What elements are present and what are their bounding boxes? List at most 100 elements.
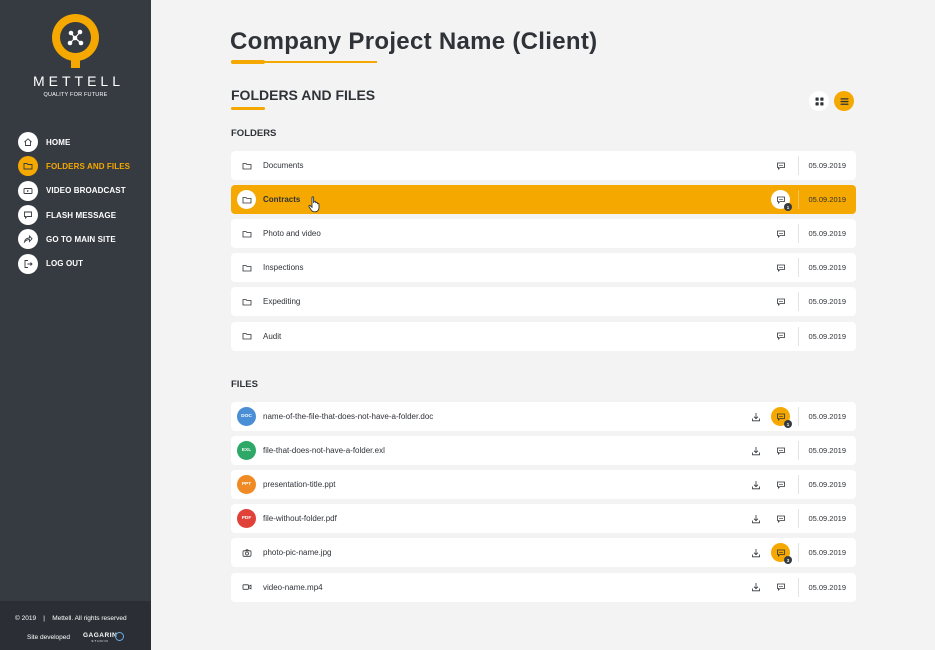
message-button[interactable] bbox=[771, 441, 790, 460]
message-button[interactable] bbox=[771, 224, 790, 243]
message-icon bbox=[18, 205, 38, 226]
folder-name: Documents bbox=[263, 161, 304, 170]
folder-row[interactable]: Inspections 05.09.2019 bbox=[231, 253, 856, 283]
folder-name: Inspections bbox=[263, 263, 304, 273]
row-date: 05.09.2019 bbox=[808, 297, 846, 307]
folder-icon bbox=[237, 224, 256, 243]
file-name: file-that-does-not-have-a-folder.exl bbox=[263, 446, 385, 456]
folder-icon bbox=[237, 258, 256, 277]
section-title: FOLDERS AND FILES bbox=[231, 87, 376, 103]
message-icon bbox=[776, 264, 785, 272]
message-count-badge: 1 bbox=[784, 203, 792, 212]
folder-row[interactable]: Expediting 05.09.2019 bbox=[231, 287, 856, 317]
file-type-doc-icon: DOC bbox=[237, 407, 256, 426]
folder-icon bbox=[18, 156, 38, 177]
message-button[interactable] bbox=[771, 156, 790, 175]
nav-item-folders-and-files[interactable]: FOLDERS AND FILES bbox=[18, 154, 130, 178]
message-icon bbox=[776, 583, 785, 591]
file-row[interactable]: EXL file-that-does-not-have-a-folder.exl 0… bbox=[231, 436, 856, 466]
section-underline bbox=[231, 107, 265, 110]
studio-name: GAGARIN bbox=[83, 632, 118, 639]
row-divider bbox=[798, 407, 799, 426]
folder-row[interactable]: Photo and video 05.09.2019 bbox=[231, 219, 856, 249]
file-row[interactable]: PDF file-without-folder.pdf 05.09.2019 bbox=[231, 504, 856, 534]
nav-item-video-broadcast[interactable]: VIDEO BROADCAST bbox=[18, 179, 130, 203]
logout-icon bbox=[18, 253, 38, 274]
download-icon bbox=[751, 514, 760, 523]
download-button[interactable] bbox=[746, 407, 765, 426]
file-name: presentation-title.ppt bbox=[263, 480, 336, 490]
message-button[interactable]: 3 bbox=[771, 543, 792, 565]
folder-row[interactable]: Contracts 1 05.09.2019 bbox=[231, 185, 856, 215]
folder-icon bbox=[237, 327, 256, 346]
brand-tagline: QUALITY FOR FUTURE bbox=[43, 92, 108, 98]
download-button[interactable] bbox=[746, 543, 765, 562]
nav-item-log-out[interactable]: LOG OUT bbox=[18, 251, 130, 275]
download-button[interactable] bbox=[746, 475, 765, 494]
file-type-pdf-icon: PDF bbox=[237, 509, 256, 529]
message-button[interactable] bbox=[771, 292, 790, 311]
folders-label: FOLDERS bbox=[231, 128, 277, 139]
download-icon bbox=[751, 446, 760, 455]
site-developed-label: Site developed bbox=[27, 634, 71, 641]
download-icon bbox=[751, 548, 760, 558]
row-date: 05.09.2019 bbox=[808, 582, 846, 592]
folder-row[interactable]: Documents 05.09.2019 bbox=[231, 151, 856, 180]
download-button[interactable] bbox=[746, 509, 765, 528]
row-divider bbox=[798, 577, 799, 597]
title-underline-accent bbox=[231, 60, 265, 64]
download-icon bbox=[751, 412, 760, 421]
brand-name: METTELL bbox=[32, 73, 124, 89]
row-date: 05.09.2019 bbox=[808, 480, 846, 490]
row-date: 05.09.2019 bbox=[808, 161, 846, 170]
message-button[interactable] bbox=[771, 578, 790, 597]
message-icon bbox=[776, 413, 785, 421]
download-button[interactable] bbox=[746, 578, 765, 597]
message-button[interactable]: 1 bbox=[771, 190, 792, 212]
folder-name: Audit bbox=[263, 331, 282, 341]
studio-logo-icon bbox=[115, 632, 124, 641]
download-button[interactable] bbox=[746, 441, 765, 460]
message-count-badge: 1 bbox=[784, 420, 792, 428]
folder-row[interactable]: Audit 05.09.2019 bbox=[231, 321, 856, 351]
nav-item-home[interactable]: HOME bbox=[18, 130, 130, 154]
grid-icon bbox=[815, 97, 823, 105]
row-date: 05.09.2019 bbox=[808, 263, 846, 273]
file-type-exl-icon: EXL bbox=[237, 441, 256, 461]
message-button[interactable] bbox=[771, 475, 790, 494]
row-date: 05.09.2019 bbox=[808, 331, 846, 341]
share-icon bbox=[18, 229, 38, 250]
folder-icon bbox=[237, 156, 256, 175]
studio-logo[interactable]: GAGARIN STUDIO bbox=[83, 632, 117, 643]
message-button[interactable]: 1 bbox=[771, 407, 792, 428]
hand-cursor-icon bbox=[308, 196, 320, 213]
file-row[interactable]: DOC name-of-the-file-that-does-not-have-a… bbox=[231, 402, 856, 431]
nav-item-go-to-main-site[interactable]: GO TO MAIN SITE bbox=[18, 227, 130, 251]
folder-name: Expediting bbox=[263, 297, 301, 307]
logo[interactable]: METTELL QUALITY FOR FUTURE bbox=[0, 14, 151, 98]
nav-label-log-out: LOG OUT bbox=[46, 259, 84, 269]
message-icon bbox=[776, 481, 785, 489]
row-date: 05.09.2019 bbox=[808, 229, 846, 239]
nav-item-flash-message[interactable]: FLASH MESSAGE bbox=[18, 203, 130, 227]
message-button[interactable] bbox=[771, 258, 790, 277]
row-divider bbox=[798, 509, 799, 529]
row-divider bbox=[798, 441, 799, 461]
logo-mark bbox=[52, 14, 99, 68]
copyright: © 2019 | Mettell. All rights reserved bbox=[15, 615, 127, 622]
row-divider bbox=[798, 156, 799, 175]
file-row[interactable]: photo-pic-name.jpg 3 05.09.2019 bbox=[231, 538, 856, 568]
list-view-button[interactable] bbox=[834, 91, 854, 111]
message-icon bbox=[776, 230, 785, 238]
message-icon bbox=[776, 515, 785, 523]
message-button[interactable] bbox=[771, 509, 790, 528]
row-divider bbox=[798, 258, 799, 278]
row-date: 05.09.2019 bbox=[808, 412, 846, 421]
nav-label-folders-and-files: FOLDERS AND FILES bbox=[46, 161, 131, 171]
grid-view-button[interactable] bbox=[809, 91, 829, 111]
message-button[interactable] bbox=[771, 327, 790, 346]
row-divider bbox=[798, 292, 799, 312]
row-divider bbox=[798, 190, 799, 210]
file-row[interactable]: video-name.mp4 05.09.2019 bbox=[231, 572, 856, 602]
file-row[interactable]: PPT presentation-title.ppt 05.09.2019 bbox=[231, 470, 856, 500]
